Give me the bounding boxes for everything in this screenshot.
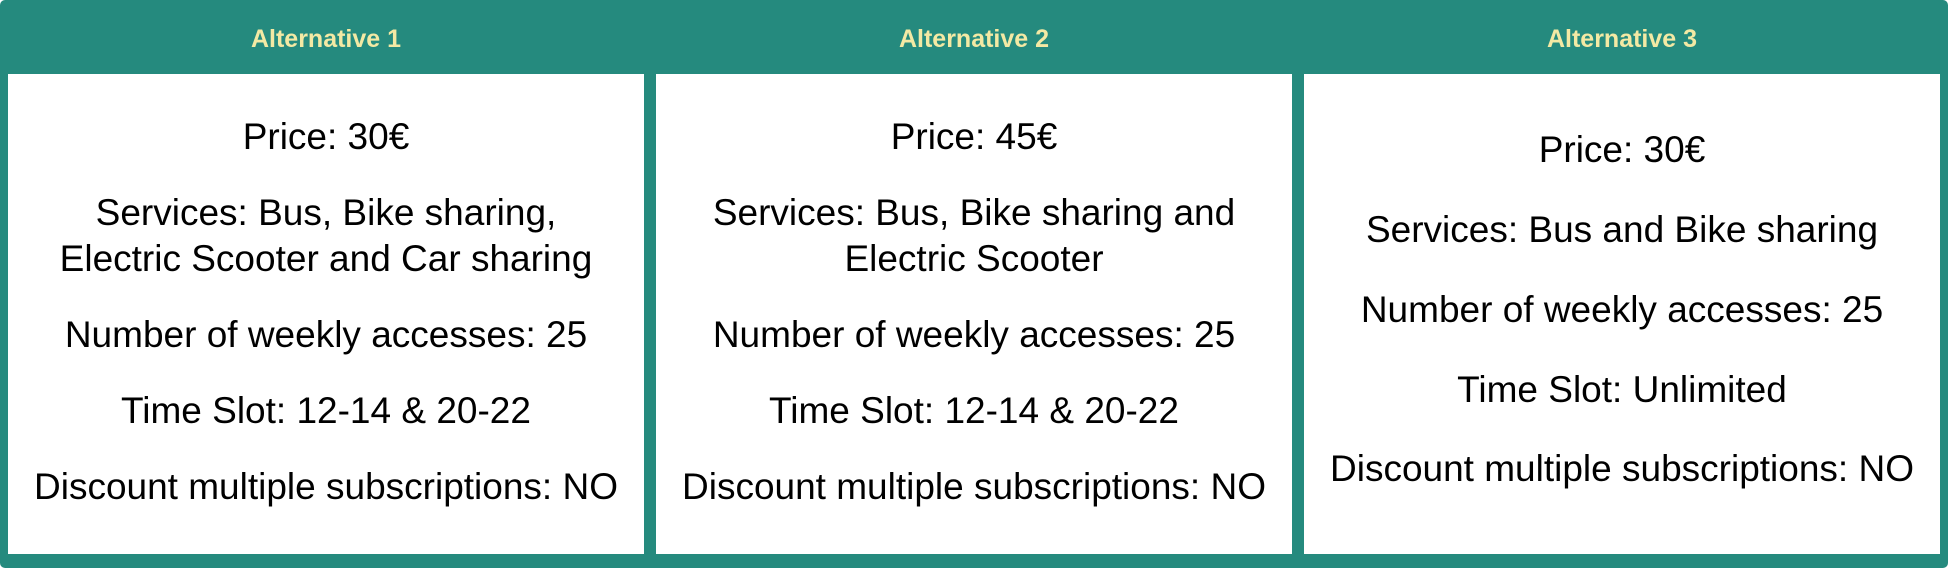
weekly-accesses-text: Number of weekly accesses: 25 [712,314,1236,355]
price-text: Price: 45€ [890,115,1058,157]
discount-text: Discount multiple subscriptions: NO [1330,448,1914,490]
header-alternative-1: Alternative 1 [250,24,402,53]
alternative-3-cell: Price: 30€ Services: Bus and Bike sharin… [1304,74,1940,554]
time-slot-text: Time Slot: Unlimited [1457,368,1787,410]
weekly-accesses-text: Number of weekly accesses: 25 [1360,288,1884,330]
alternatives-table: Alternative 1 Alternative 2 Alternative … [0,0,1948,568]
discount-text: Discount multiple subscriptions: NO [34,466,618,507]
header-alternative-3: Alternative 3 [1546,24,1698,53]
discount-text: Discount multiple subscriptions: NO [682,466,1266,507]
price-text: Price: 30€ [242,115,410,157]
services-text: Services: Bus, Bike sharing, Electric Sc… [59,191,593,279]
services-text: Services: Bus and Bike sharing [1365,209,1879,251]
alternative-2-cell: Price: 45€ Services: Bus, Bike sharing a… [656,74,1292,554]
alternative-1-cell: Price: 30€ Services: Bus, Bike sharing, … [8,74,644,554]
time-slot-text: Time Slot: 12-14 & 20-22 [121,390,531,431]
time-slot-text: Time Slot: 12-14 & 20-22 [769,390,1179,431]
body-row: Price: 30€ Services: Bus, Bike sharing, … [8,74,1940,554]
services-text: Services: Bus, Bike sharing and Electric… [712,191,1236,279]
weekly-accesses-text: Number of weekly accesses: 25 [64,314,588,355]
header-alternative-2: Alternative 2 [898,24,1050,53]
header-row: Alternative 1 Alternative 2 Alternative … [8,4,1940,74]
price-text: Price: 30€ [1538,129,1706,171]
